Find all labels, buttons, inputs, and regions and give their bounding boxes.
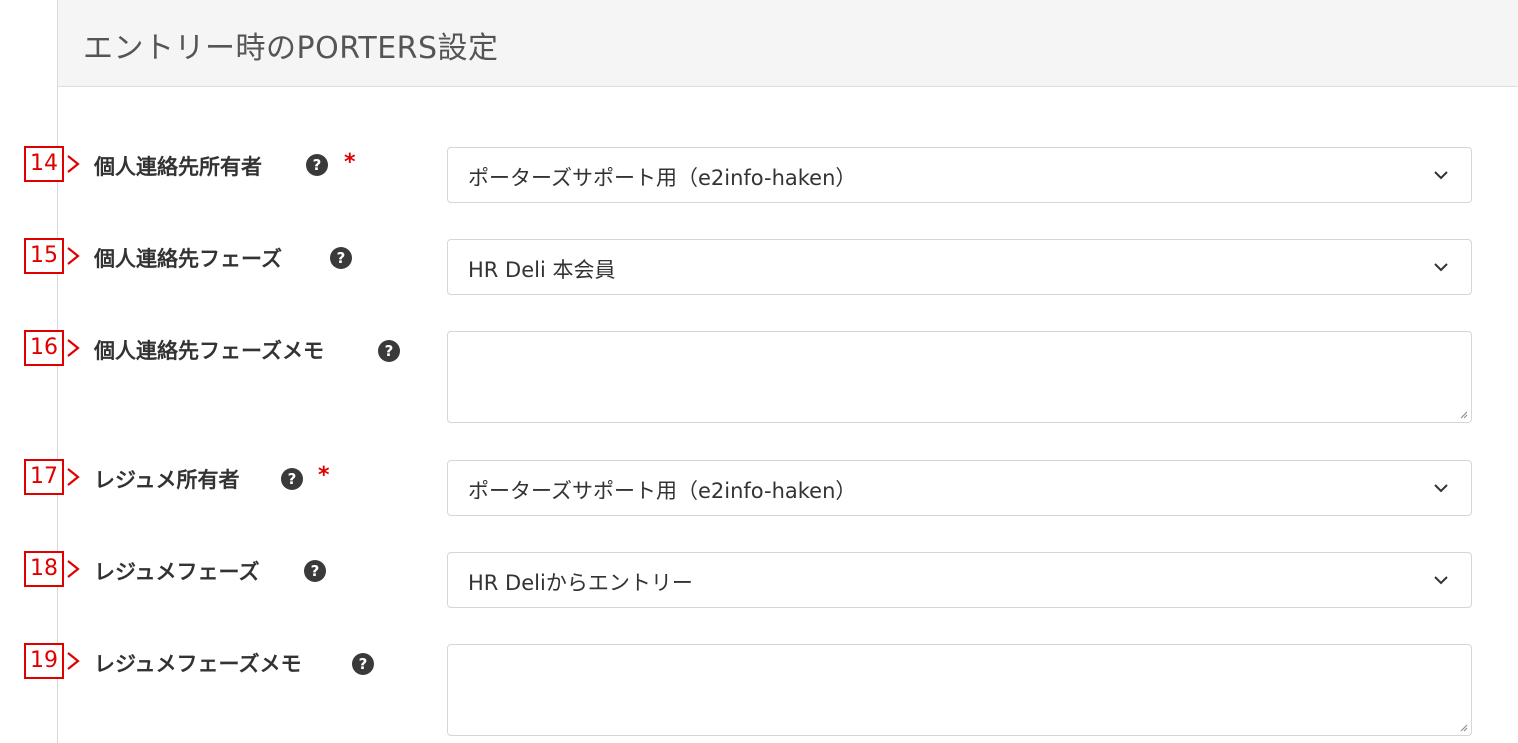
contact-phase-memo-textarea[interactable] (447, 331, 1472, 423)
field-label: レジュメフェーズメモ (94, 652, 302, 676)
field-label: レジュメ所有者 (94, 468, 240, 492)
annotation-arrow-icon (67, 247, 80, 265)
question-circle-icon[interactable]: ? (281, 468, 303, 490)
contact-phase-select[interactable]: HR Deli 本会員 (447, 239, 1472, 295)
section-title: エントリー時のPORTERS設定 (83, 31, 499, 66)
annotation-number-17: 17 (24, 459, 64, 495)
annotation-arrow-icon (67, 155, 80, 173)
annotation-arrow-icon (67, 468, 80, 486)
annotation-number-14: 14 (24, 146, 64, 182)
chevron-down-icon (1434, 171, 1448, 180)
annotation-number-15: 15 (24, 238, 64, 274)
chevron-down-icon (1434, 484, 1448, 493)
question-circle-icon[interactable]: ? (306, 154, 328, 176)
annotation-number-16: 16 (24, 330, 64, 366)
contact-owner-select[interactable]: ポーターズサポート用（e2info-haken） (447, 147, 1472, 203)
resize-handle-icon[interactable] (1458, 722, 1468, 732)
question-circle-icon[interactable]: ? (378, 340, 400, 362)
chevron-down-icon (1434, 576, 1448, 585)
section-header: エントリー時のPORTERS設定 (58, 0, 1518, 87)
field-label: 個人連絡先フェーズメモ (94, 339, 324, 363)
select-value: ポーターズサポート用（e2info-haken） (468, 166, 857, 190)
select-value: HR Deli 本会員 (468, 258, 616, 282)
annotation-number-19: 19 (24, 643, 64, 679)
field-label: レジュメフェーズ (94, 560, 260, 584)
resume-phase-memo-textarea[interactable] (447, 644, 1472, 736)
annotation-number-18: 18 (24, 551, 64, 587)
resume-owner-select[interactable]: ポーターズサポート用（e2info-haken） (447, 460, 1472, 516)
select-value: ポーターズサポート用（e2info-haken） (468, 479, 857, 503)
required-mark: * (318, 463, 330, 488)
resume-phase-select[interactable]: HR Deliからエントリー (447, 552, 1472, 608)
field-label: 個人連絡先所有者 (94, 155, 262, 179)
annotation-arrow-icon (67, 560, 80, 578)
field-label: 個人連絡先フェーズ (94, 247, 282, 271)
required-mark: * (344, 150, 356, 175)
question-circle-icon[interactable]: ? (304, 560, 326, 582)
question-circle-icon[interactable]: ? (330, 247, 352, 269)
annotation-arrow-icon (67, 339, 80, 357)
annotation-arrow-icon (67, 652, 80, 670)
chevron-down-icon (1434, 263, 1448, 272)
select-value: HR Deliからエントリー (468, 571, 693, 595)
question-circle-icon[interactable]: ? (352, 653, 374, 675)
resize-handle-icon[interactable] (1458, 409, 1468, 419)
